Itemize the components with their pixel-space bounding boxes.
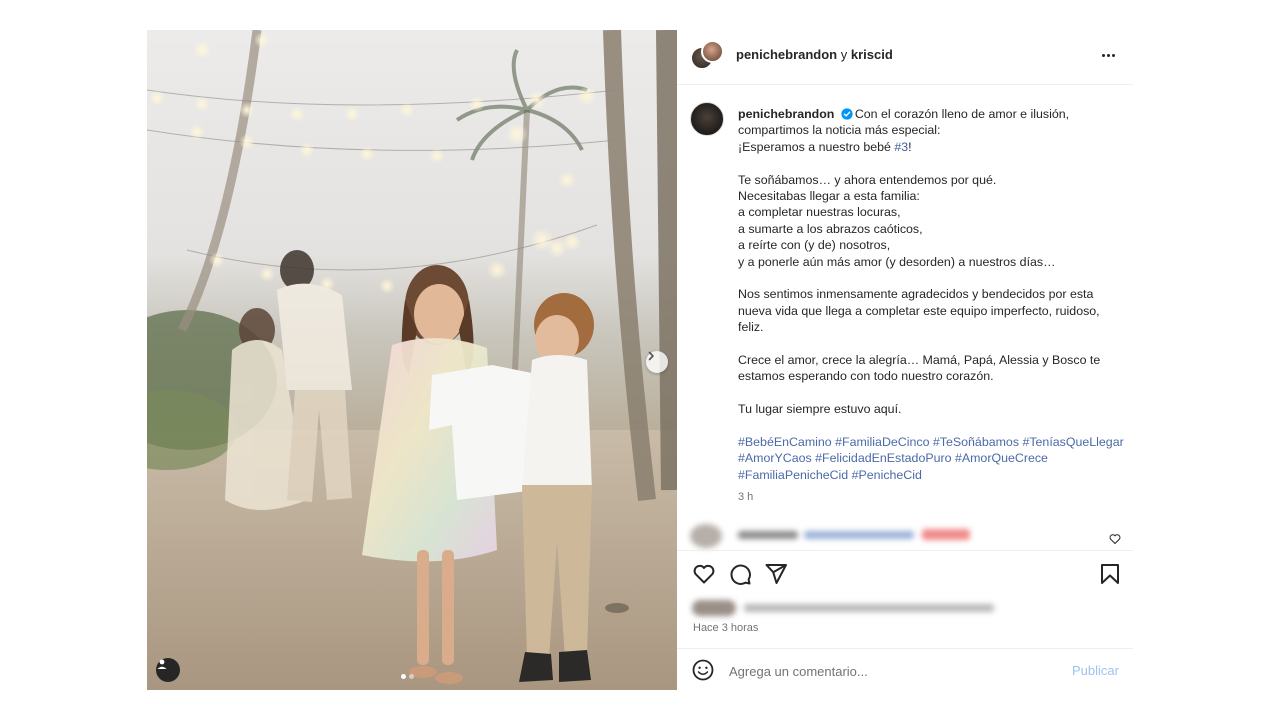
photo-illustration xyxy=(147,30,677,690)
more-options-button[interactable] xyxy=(1098,47,1118,63)
divider xyxy=(677,550,1133,551)
likes-avatars xyxy=(692,600,736,616)
comment-heart-icon[interactable] xyxy=(1109,533,1121,545)
user-tag-icon xyxy=(157,659,167,669)
likes-summary xyxy=(692,600,1012,616)
avatar xyxy=(701,40,724,63)
hashtag-line[interactable]: #AmorYCaos #FelicidadEnEstadoPuro #AmorQ… xyxy=(738,450,1124,466)
user-tag-button[interactable] xyxy=(156,658,180,682)
bookmark-icon[interactable] xyxy=(1098,562,1122,586)
chevron-right-icon xyxy=(648,351,654,361)
divider xyxy=(677,648,1133,649)
post-photo[interactable] xyxy=(147,30,677,690)
caption-line: Necesitabas llegar a esta familia: xyxy=(738,189,920,204)
comment-input[interactable] xyxy=(729,663,1049,679)
caption-line: Te soñábamos… y ahora entendemos por qué… xyxy=(738,172,997,187)
send-icon[interactable] xyxy=(764,562,788,586)
carousel-next-button[interactable] xyxy=(646,351,668,373)
heart-icon[interactable] xyxy=(692,562,716,586)
carousel-dot-active xyxy=(401,674,406,679)
comment-item xyxy=(690,522,1110,550)
collaborator-username[interactable]: kriscid xyxy=(851,47,893,62)
carousel-dot xyxy=(409,674,414,679)
caption-line: ¡Esperamos a nuestro bebé xyxy=(738,139,895,154)
hashtag-line[interactable]: #FamiliaPenicheCid #PenicheCid xyxy=(738,467,1124,483)
caption-line: estamos esperando con todo nuestro coraz… xyxy=(738,369,994,384)
caption-line: Con el corazón lleno de amor e ilusión, xyxy=(854,107,1070,121)
caption-line: feliz. xyxy=(738,320,764,335)
caption-age: 3 h xyxy=(738,491,754,503)
caption-line: a reírte con (y de) nosotros, xyxy=(738,238,891,253)
author-username[interactable]: penichebrandon xyxy=(736,47,837,62)
caption-line: compartimos la noticia más especial: xyxy=(738,123,941,138)
caption-line-end: ! xyxy=(908,139,912,154)
caption-line: a completar nuestras locuras, xyxy=(738,205,901,220)
author-avatars[interactable] xyxy=(690,40,724,74)
comment-user xyxy=(738,531,798,539)
hashtag-line[interactable]: #BebéEnCamino #FamiliaDeCinco #TeSoñábam… xyxy=(738,434,1124,450)
more-horizontal-icon-dot xyxy=(1111,53,1115,57)
likes-text xyxy=(744,604,994,612)
post-caption: penichebrandon Con el corazón lleno de a… xyxy=(738,106,1124,483)
comment-avatar xyxy=(690,524,722,548)
publish-button[interactable]: Publicar xyxy=(1072,663,1119,678)
more-horizontal-icon-dot xyxy=(1106,53,1110,57)
hashtag-link[interactable]: #3 xyxy=(894,140,908,154)
caption-line: Nos sentimos inmensamente agradecidos y … xyxy=(738,287,1094,302)
verified-badge-icon xyxy=(841,108,853,120)
comment-icon[interactable] xyxy=(728,562,752,586)
carousel-indicator xyxy=(401,674,414,679)
post-authors: penichebrandon y kriscid xyxy=(736,47,893,62)
more-horizontal-icon xyxy=(1101,53,1105,57)
author-conjunction: y xyxy=(840,47,848,62)
comment-emojis xyxy=(922,529,970,540)
caption-line: y a ponerle aún más amor (y desorden) a … xyxy=(738,254,1056,269)
caption-line: Tu lugar siempre estuvo aquí. xyxy=(738,402,902,417)
caption-line: nueva vida que llega a completar este eq… xyxy=(738,303,1100,318)
emoji-icon[interactable] xyxy=(692,659,714,681)
comment-text xyxy=(804,531,914,539)
caption-line: Crece el amor, crece la alegría… Mamá, P… xyxy=(738,353,1101,368)
caption-avatar[interactable] xyxy=(690,102,724,136)
post-timestamp: Hace 3 horas xyxy=(693,622,759,634)
caption-line: a sumarte a los abrazos caóticos, xyxy=(738,221,923,236)
divider xyxy=(677,84,1133,85)
caption-username[interactable]: penichebrandon xyxy=(738,107,834,121)
